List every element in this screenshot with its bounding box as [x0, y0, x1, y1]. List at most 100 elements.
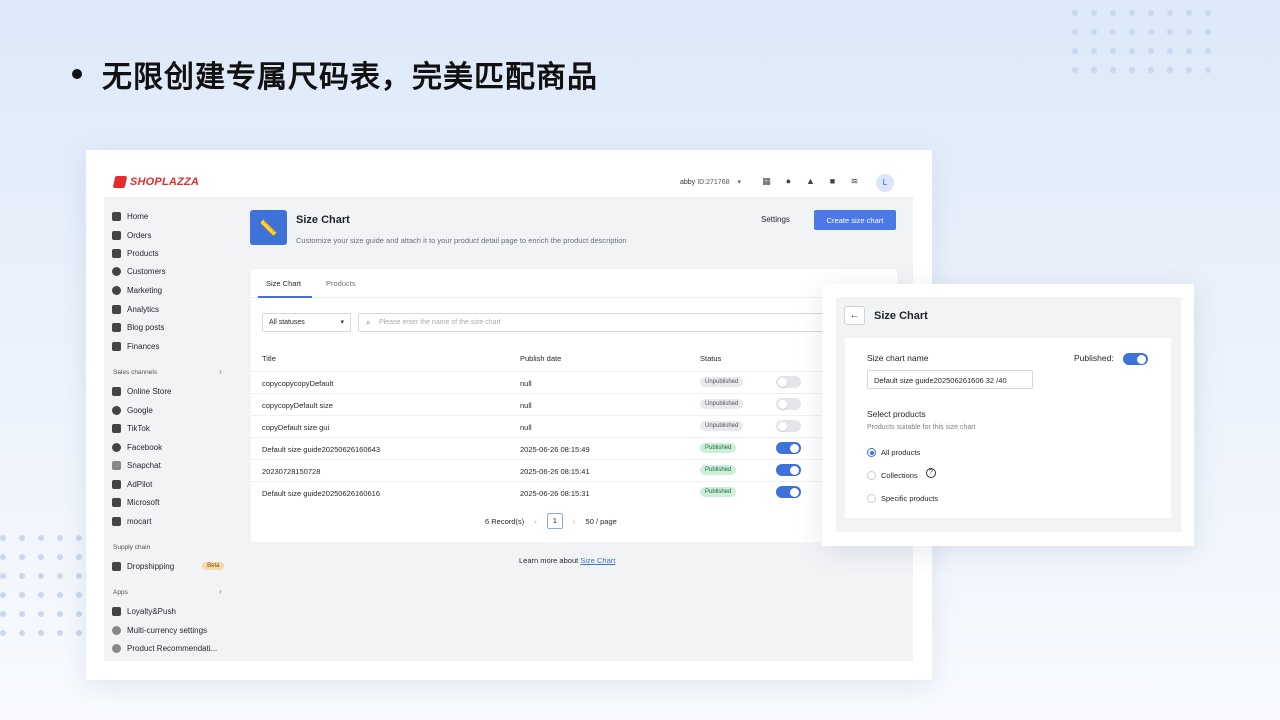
- store-icon[interactable]: ▦: [762, 177, 771, 186]
- brand-logo[interactable]: SHOPLAZZA: [112, 176, 199, 188]
- chat-icon[interactable]: ■: [828, 177, 837, 186]
- beta-badge: Beta: [202, 562, 225, 570]
- wifi-icon[interactable]: ≋: [850, 177, 859, 186]
- sidebar-item-analytics[interactable]: Analytics: [112, 302, 159, 316]
- publish-toggle[interactable]: [776, 398, 801, 410]
- account-switcher[interactable]: abby ID:271768 ▾: [680, 178, 742, 187]
- publish-toggle[interactable]: [776, 464, 801, 476]
- decorative-dot: [1186, 29, 1192, 35]
- radio-label-all-products: All products: [881, 448, 921, 457]
- chevron-left-icon[interactable]: ‹: [534, 517, 537, 526]
- sidebar-item-label: Products: [127, 248, 159, 258]
- avatar[interactable]: L: [876, 174, 894, 192]
- sidebar-item-snapchat[interactable]: Snapchat: [112, 458, 161, 472]
- search-icon: ⌕: [366, 318, 371, 327]
- section-title-supply-chain: Supply chain: [113, 544, 151, 551]
- status-filter-select[interactable]: All statuses ▾: [262, 313, 351, 332]
- sidebar-item-label: Facebook: [127, 442, 163, 452]
- arrow-left-icon: ←: [849, 310, 860, 321]
- sidebar-item-product-recommendations[interactable]: Product Recommendati...: [112, 641, 217, 655]
- table-row[interactable]: Default size guide20250626160643 2025-06-…: [251, 437, 897, 459]
- cell-title: Default size guide20250626160616: [262, 489, 381, 498]
- bullet-dot: [72, 69, 82, 79]
- publish-toggle[interactable]: [776, 442, 801, 454]
- toggle-knob: [778, 399, 787, 409]
- publish-toggle[interactable]: [776, 376, 801, 388]
- learn-more-text: Learn more about Size Chart: [519, 556, 615, 565]
- sidebar-item-home[interactable]: Home: [112, 209, 148, 223]
- radio-collections[interactable]: [867, 471, 876, 480]
- sidebar-item-marketing[interactable]: Marketing: [112, 283, 162, 297]
- page-number-current[interactable]: 1: [546, 513, 563, 529]
- decorative-dot: [0, 592, 6, 598]
- settings-button[interactable]: Settings: [761, 215, 790, 224]
- size-chart-link[interactable]: Size Chart: [580, 556, 615, 565]
- sidebar-item-dropshipping[interactable]: Dropshipping Beta: [112, 559, 225, 573]
- radio-specific-products[interactable]: [867, 494, 876, 503]
- publish-toggle[interactable]: [776, 486, 801, 498]
- top-icons: ▦ ● ▲ ■ ≋: [762, 177, 859, 186]
- bell-icon[interactable]: ▲: [806, 177, 815, 186]
- sidebar-item-finances[interactable]: Finances: [112, 339, 159, 353]
- decorative-dot: [1167, 67, 1173, 73]
- page-size-select[interactable]: 50 / page: [586, 517, 617, 526]
- sidebar-item-products[interactable]: Products: [112, 246, 159, 260]
- tab-products[interactable]: Products: [326, 279, 356, 288]
- decorative-dot: [57, 535, 63, 541]
- sidebar-item-label: AdPilot: [127, 479, 153, 489]
- table-row[interactable]: copyDefault size gui null Unpublished: [251, 415, 897, 437]
- sidebar-item-loyalty-push[interactable]: Loyalty&Push: [112, 604, 176, 618]
- tab-size-chart[interactable]: Size Chart: [266, 279, 301, 288]
- panel-form-card: Size chart name Published: Default size …: [845, 338, 1171, 518]
- back-button[interactable]: ←: [844, 306, 865, 325]
- sidebar-item-microsoft[interactable]: Microsoft: [112, 495, 159, 509]
- account-id: ID:271768: [697, 178, 730, 186]
- page-description: Customize your size guide and attach it …: [296, 236, 627, 245]
- toggle-knob: [790, 487, 799, 497]
- decorative-dot: [1110, 67, 1116, 73]
- publish-toggle[interactable]: [776, 420, 801, 432]
- table-row[interactable]: copycopyDefault size null Unpublished: [251, 393, 897, 415]
- sidebar-item-mocart[interactable]: mocart: [112, 514, 151, 528]
- sidebar-item-orders[interactable]: Orders: [112, 228, 151, 242]
- question-icon[interactable]: ?: [926, 468, 936, 478]
- sidebar-item-multi-currency[interactable]: Multi-currency settings: [112, 623, 207, 637]
- table-row[interactable]: copycopycopyDefault null Unpublished: [251, 371, 897, 393]
- decorative-dot: [57, 554, 63, 560]
- select-products-hint: Products suitable for this size chart: [867, 424, 976, 431]
- published-toggle[interactable]: [1123, 353, 1148, 365]
- sidebar-item-customers[interactable]: Customers: [112, 264, 166, 278]
- section-title-sales-channels: Sales channels: [113, 369, 158, 376]
- sidebar-item-online-store[interactable]: Online Store: [112, 384, 171, 398]
- decorative-dot: [0, 554, 6, 560]
- dropshipping-icon: [112, 561, 121, 571]
- size-chart-name-field[interactable]: Default size guide202506261606 32 /40: [867, 370, 1033, 389]
- table-row[interactable]: 20230728150728 2025-06-26 08:15:41 Publish…: [251, 459, 897, 481]
- decorative-dot: [19, 611, 25, 617]
- decorative-dot: [1186, 48, 1192, 54]
- table-row[interactable]: Default size guide20250626160616 2025-06-…: [251, 481, 897, 503]
- sidebar: Home Orders Products Customers Marketing…: [104, 198, 237, 661]
- chevron-down-icon: ▾: [737, 179, 742, 186]
- chevron-right-icon[interactable]: ›: [573, 517, 576, 526]
- decorative-dot: [76, 554, 82, 560]
- sidebar-item-facebook[interactable]: Facebook: [112, 440, 162, 454]
- toggle-knob: [778, 421, 787, 431]
- help-icon[interactable]: ●: [784, 177, 793, 186]
- status-badge: Published: [700, 465, 737, 475]
- decorative-dot: [1129, 10, 1135, 16]
- mocart-icon: [112, 516, 121, 526]
- cell-publish-date: 2025-06-26 08:15:41: [520, 467, 590, 476]
- decorative-dot: [0, 630, 6, 636]
- radio-all-products[interactable]: [867, 448, 876, 457]
- create-size-chart-button[interactable]: Create size chart: [814, 210, 896, 230]
- decorative-dot: [57, 573, 63, 579]
- sidebar-item-tiktok[interactable]: TikTok: [112, 421, 150, 435]
- chevron-right-icon[interactable]: ›: [219, 367, 222, 376]
- sidebar-item-google[interactable]: Google: [112, 403, 153, 417]
- sidebar-item-blog-posts[interactable]: Blog posts: [112, 320, 164, 334]
- cell-publish-date: 2025-06-26 08:15:49: [520, 445, 590, 454]
- status-badge: Published: [700, 487, 737, 497]
- chevron-right-icon[interactable]: ›: [219, 587, 222, 596]
- sidebar-item-adpilot[interactable]: AdPilot: [112, 477, 152, 491]
